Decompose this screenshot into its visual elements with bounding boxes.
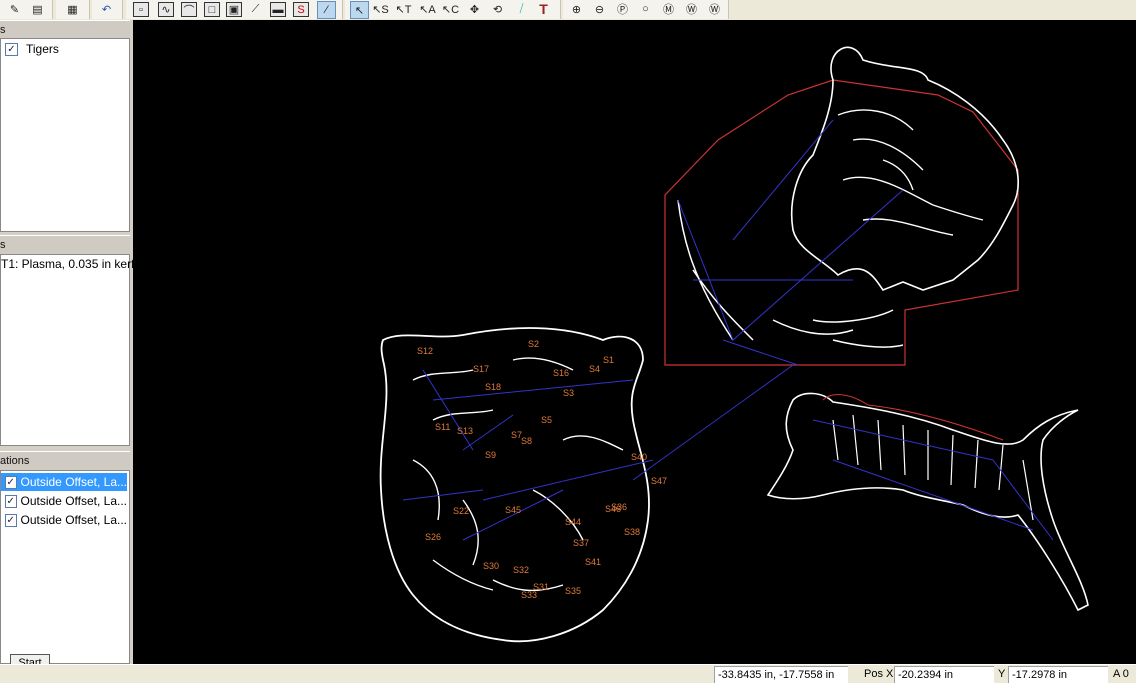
curve-icon[interactable]: ∿	[158, 2, 174, 17]
sequence-label: S18	[485, 382, 501, 392]
tiger-head-right	[664, 46, 1019, 366]
pin-p-icon[interactable]: Ⓟ	[614, 1, 631, 17]
select-shape-icon[interactable]: ▫	[133, 2, 149, 17]
sequence-label: S13	[457, 426, 473, 436]
pos-x-value: -20.2394 in	[894, 666, 994, 683]
sequence-label: S12	[417, 346, 433, 356]
pin-w-icon[interactable]: Ⓦ	[683, 1, 700, 17]
rotate-icon[interactable]: ⟲	[489, 1, 506, 17]
sequence-label: S26	[425, 532, 441, 542]
pin-w2-icon[interactable]: Ⓦ	[706, 1, 723, 17]
pin-plus-icon[interactable]: ⊕	[568, 1, 585, 17]
slash-icon[interactable]: ⧸	[513, 1, 530, 17]
operations-panel: ✓ Outside Offset, La... ✓ Outside Offset…	[0, 470, 130, 664]
sidebar: s ✓ Tigers s T1: Plasma, 0.035 in kerf a…	[0, 20, 134, 664]
sequence-label: S45	[505, 505, 521, 515]
sequence-labels: S12 S9 S7 S45 S44 S47 S38 S22 S32 S33 S3…	[417, 339, 667, 600]
operation-item[interactable]: ✓ Outside Offset, La...	[1, 492, 127, 510]
polyline-icon[interactable]: ⌒	[181, 2, 197, 17]
sequence-label: S16	[553, 368, 569, 378]
operation-item-label: Outside Offset, La...	[20, 475, 128, 489]
pin-m-icon[interactable]: Ⓜ	[660, 1, 677, 17]
move-icon[interactable]: ✥	[466, 1, 483, 17]
operation-item-label: Outside Offset, La...	[20, 494, 128, 508]
sequence-label: S30	[483, 561, 499, 571]
tiger-face-left	[379, 327, 794, 643]
sequence-label: S37	[573, 538, 589, 548]
text-icon[interactable]: T	[535, 1, 552, 17]
y-label: Y	[998, 668, 1006, 680]
fill-icon[interactable]: ▬	[270, 2, 286, 17]
pos-x-label: Pos X	[864, 668, 894, 680]
sequence-label: S41	[585, 557, 601, 567]
undo-icon[interactable]: ↶	[98, 1, 115, 17]
sequence-label: S3	[563, 388, 574, 398]
eyedropper-icon[interactable]: ⁄	[317, 1, 336, 19]
parts-panel-header: s	[0, 20, 130, 40]
sequence-label: S31	[533, 582, 549, 592]
tools-panel-header: s	[0, 235, 130, 255]
checkbox-checked-icon[interactable]: ✓	[5, 475, 17, 489]
pin-minus-icon[interactable]: ⊖	[591, 1, 608, 17]
a-label: A 0	[1113, 668, 1129, 680]
status-bar: -33.8435 in, -17.7558 in Pos X -20.2394 …	[0, 664, 1136, 683]
drawing-canvas[interactable]: S12 S9 S7 S45 S44 S47 S38 S22 S32 S33 S3…	[133, 20, 1136, 664]
sequence-label: S47	[651, 476, 667, 486]
edit-icon[interactable]: ✎	[6, 1, 23, 17]
tool-item[interactable]: T1: Plasma, 0.035 in kerf	[1, 255, 134, 273]
sequence-label: S5	[541, 415, 552, 425]
operation-item[interactable]: ✓ Outside Offset, La...	[1, 473, 127, 491]
checkbox-checked-icon[interactable]: ✓	[5, 494, 17, 508]
select-t-icon[interactable]: ↖T	[395, 1, 412, 17]
select-s-icon[interactable]: ↖S	[372, 1, 389, 17]
operation-item-label: Outside Offset, La...	[20, 513, 128, 527]
leaping-tiger	[766, 392, 1089, 612]
canvas-drawing: S12 S9 S7 S45 S44 S47 S38 S22 S32 S33 S3…	[379, 46, 1089, 643]
part-item-label: Tigers	[26, 42, 59, 56]
sequence-label: S11	[435, 422, 450, 432]
main-toolbar: ✎ ▤ ▦ ↶ ▫ ∿ ⌒ □ ▣ ⟋ ▬ S ⁄ ↖ ↖S ↖T ↖A ↖C …	[0, 0, 1136, 21]
cursor-coords: -33.8435 in, -17.7558 in	[714, 666, 848, 683]
print-icon[interactable]: ▤	[29, 1, 46, 17]
sequence-label: S44	[565, 517, 581, 527]
sequence-label: S4	[589, 364, 600, 374]
checkbox-checked-icon[interactable]: ✓	[5, 513, 17, 527]
line-icon[interactable]: ⟋	[247, 1, 264, 17]
operations-panel-header: ations	[0, 451, 130, 471]
sequence-label: S32	[513, 565, 529, 575]
parts-panel: ✓ Tigers	[0, 38, 130, 232]
sequence-label: S8	[521, 436, 532, 446]
sequence-label: S2	[528, 339, 539, 349]
operation-item[interactable]: ✓ Outside Offset, La...	[1, 511, 127, 529]
sequence-label: S9	[485, 450, 496, 460]
sequence-label: S46	[605, 504, 621, 514]
pin-icon[interactable]: ○	[637, 1, 654, 17]
select-c-icon[interactable]: ↖C	[442, 1, 459, 17]
sequence-label: S40	[631, 452, 647, 462]
part-item[interactable]: ✓ Tigers	[1, 40, 127, 58]
offset-square-icon[interactable]: ▣	[226, 2, 242, 17]
sequence-label: S35	[565, 586, 581, 596]
y-value: -17.2978 in	[1008, 666, 1108, 683]
sequence-label: S1	[603, 355, 614, 365]
script-icon[interactable]: S	[293, 2, 309, 17]
calculator-icon[interactable]: ▦	[64, 1, 81, 17]
tool-item-label: T1: Plasma, 0.035 in kerf	[1, 257, 135, 271]
sequence-label: S22	[453, 506, 469, 516]
pointer-icon[interactable]: ↖	[350, 1, 369, 19]
tools-panel: T1: Plasma, 0.035 in kerf	[0, 254, 134, 446]
square-icon[interactable]: □	[204, 2, 220, 17]
sequence-label: S38	[624, 527, 640, 537]
select-a-icon[interactable]: ↖A	[419, 1, 436, 17]
checkbox-checked-icon[interactable]: ✓	[5, 42, 18, 56]
sequence-label: S17	[473, 364, 489, 374]
